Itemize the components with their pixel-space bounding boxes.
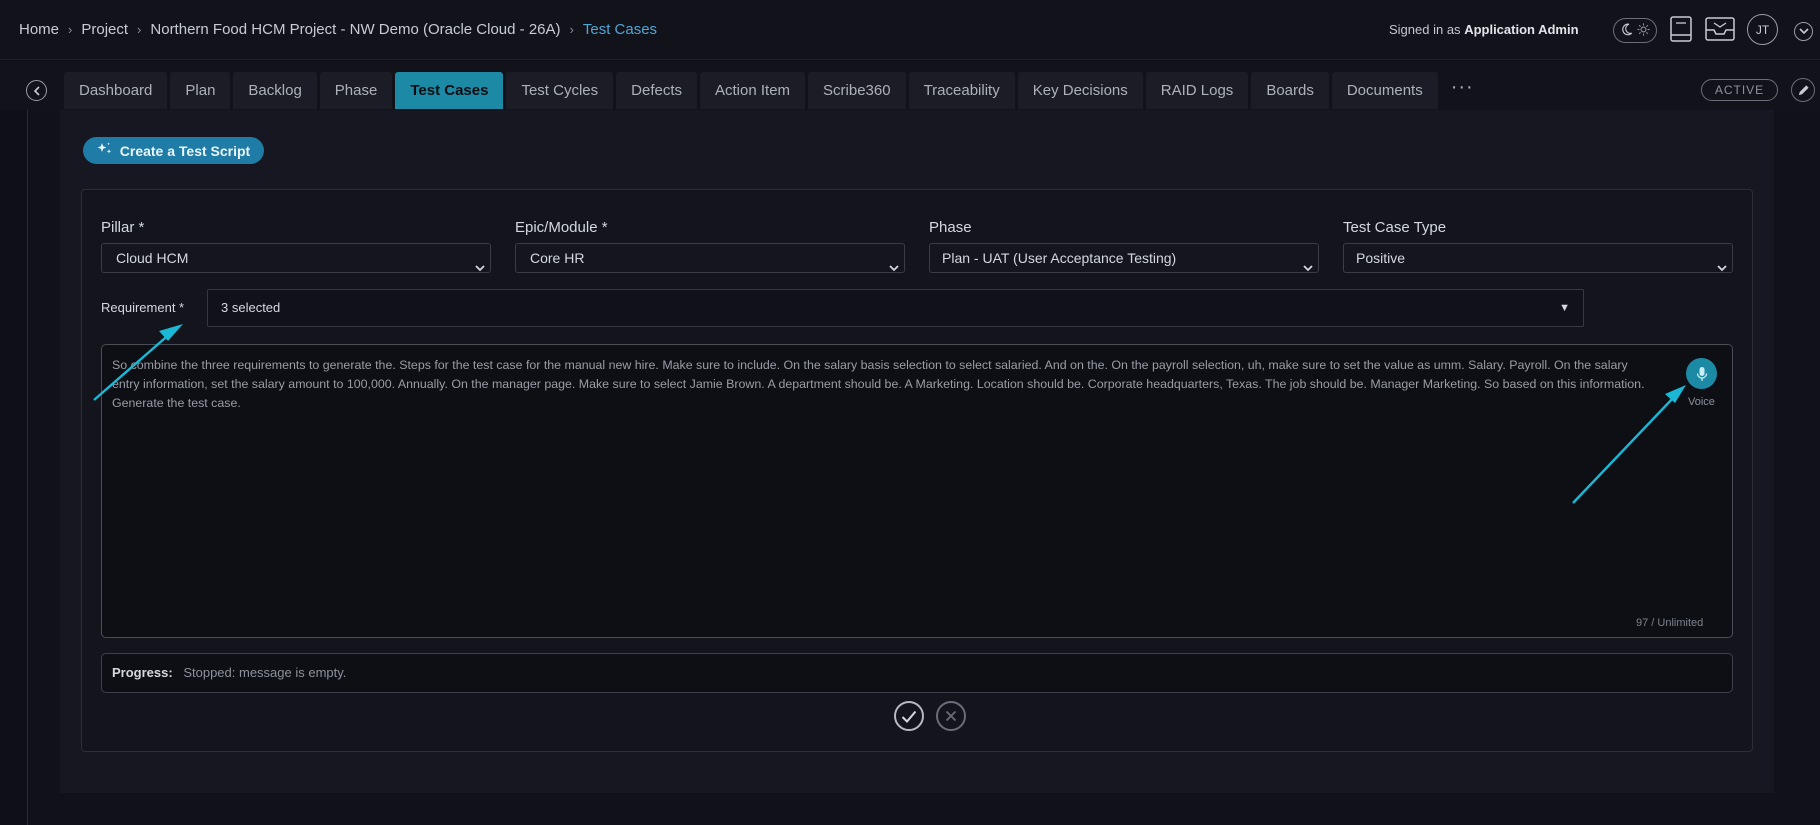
create-test-script-label: Create a Test Script [119, 142, 251, 159]
chevron-down-icon [475, 253, 485, 281]
phase-select[interactable]: Plan - UAT (User Acceptance Testing) [929, 243, 1319, 273]
chevron-down-icon [1717, 253, 1727, 281]
phase-value: Plan - UAT (User Acceptance Testing) [942, 250, 1177, 266]
tab-test-cases[interactable]: Test Cases [395, 72, 504, 109]
chevron-right-icon: › [68, 22, 73, 37]
progress-label: Progress: [112, 665, 173, 680]
pencil-icon[interactable] [1791, 78, 1815, 102]
book-icon[interactable] [1669, 15, 1693, 48]
tab-test-cycles[interactable]: Test Cycles [506, 72, 614, 109]
sun-icon [1637, 22, 1650, 39]
caret-down-icon: ▼ [1559, 302, 1570, 314]
test-case-type-label: Test Case Type [1343, 219, 1447, 236]
tab-dashboard[interactable]: Dashboard [64, 72, 168, 109]
check-icon[interactable] [894, 701, 924, 731]
tab-defects[interactable]: Defects [616, 72, 697, 109]
tab-phase[interactable]: Phase [319, 72, 393, 109]
tab-raid-logs[interactable]: RAID Logs [1145, 72, 1249, 109]
signed-in-text: Signed in as Application Admin [1389, 22, 1579, 37]
tab-key-decisions[interactable]: Key Decisions [1017, 72, 1143, 109]
tab-action-item[interactable]: Action Item [700, 72, 806, 109]
chevron-right-icon: › [137, 22, 142, 37]
pillar-select[interactable]: Cloud HCM [101, 243, 491, 273]
more-icon[interactable]: ··· [1441, 72, 1484, 109]
requirement-multiselect[interactable]: 3 selected ▼ [207, 289, 1584, 327]
project-tabs: Dashboard Plan Backlog Phase Test Cases … [64, 72, 1484, 109]
voice-label: Voice [1688, 396, 1715, 408]
breadcrumb: Home › Project › Northern Food HCM Proje… [19, 21, 657, 38]
pillar-value: Cloud HCM [116, 250, 189, 266]
pillar-label: Pillar * [101, 219, 145, 236]
status-badge: ACTIVE [1701, 79, 1778, 101]
signed-in-user: Application Admin [1464, 22, 1579, 37]
breadcrumb-project[interactable]: Project [81, 21, 128, 38]
chevron-down-icon [889, 253, 899, 281]
tab-plan[interactable]: Plan [170, 72, 231, 109]
requirement-label: Requirement * [101, 300, 185, 315]
sparkle-icon [97, 142, 113, 159]
test-case-type-select[interactable]: Positive [1343, 243, 1733, 273]
progress-status: Stopped: message is empty. [183, 665, 347, 680]
tab-backlog[interactable]: Backlog [233, 72, 317, 109]
char-counter: 97 / Unlimited [1636, 617, 1704, 629]
signed-in-prefix: Signed in as [1389, 22, 1461, 37]
microphone-icon[interactable] [1686, 358, 1717, 389]
breadcrumb-project-name[interactable]: Northern Food HCM Project - NW Demo (Ora… [150, 21, 560, 38]
moon-icon [1620, 23, 1633, 39]
prompt-textarea[interactable]: So combine the three requirements to gen… [101, 344, 1733, 638]
close-icon[interactable] [936, 701, 966, 731]
progress-box: Progress: Stopped: message is empty. [101, 653, 1733, 693]
tab-boards[interactable]: Boards [1251, 72, 1329, 109]
chevron-down-icon [1303, 253, 1313, 281]
phase-label: Phase [929, 219, 972, 236]
theme-toggle[interactable] [1613, 18, 1657, 43]
chevron-right-icon: › [569, 22, 574, 37]
tab-traceability[interactable]: Traceability [908, 72, 1015, 109]
test-case-type-value: Positive [1356, 250, 1406, 266]
inbox-icon[interactable] [1705, 16, 1735, 47]
epic-module-label: Epic/Module * [515, 219, 608, 236]
tab-scribe360[interactable]: Scribe360 [808, 72, 906, 109]
avatar[interactable]: JT [1747, 14, 1778, 45]
create-test-script-button[interactable]: Create a Test Script [83, 137, 264, 164]
epic-module-value: Core HR [530, 250, 585, 266]
chevron-left-icon[interactable] [26, 80, 47, 101]
chevron-down-icon[interactable] [1794, 22, 1813, 41]
requirement-value: 3 selected [221, 300, 281, 315]
epic-module-select[interactable]: Core HR [515, 243, 905, 273]
breadcrumb-current: Test Cases [582, 21, 658, 38]
prompt-text: So combine the three requirements to gen… [112, 358, 1645, 410]
breadcrumb-home[interactable]: Home [19, 21, 59, 38]
tab-documents[interactable]: Documents [1331, 72, 1438, 109]
